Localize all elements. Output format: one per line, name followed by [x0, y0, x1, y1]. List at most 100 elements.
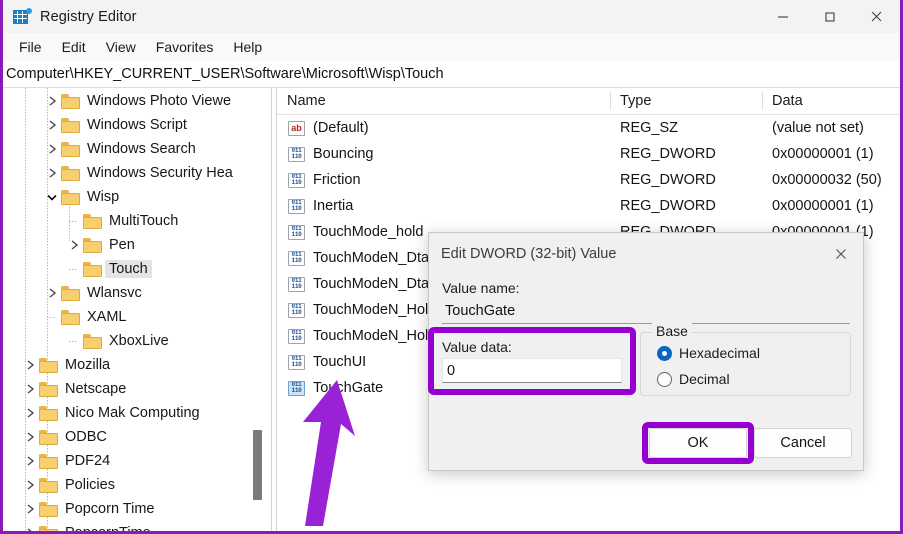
- tree-item[interactable]: Nico Mak Computing: [3, 401, 271, 425]
- table-row[interactable]: 011 110 Friction REG_DWORD 0x00000032 (50): [277, 167, 900, 193]
- menu-favorites[interactable]: Favorites: [146, 36, 224, 58]
- list-header: Name Type Data: [277, 88, 900, 115]
- maximize-button[interactable]: [806, 0, 853, 33]
- window-title: Registry Editor: [40, 8, 137, 25]
- chevron-right-icon[interactable]: [43, 161, 61, 185]
- tree-item[interactable]: Windows Script: [3, 113, 271, 137]
- chevron-right-icon[interactable]: [21, 497, 39, 521]
- tree-guide-stub: [69, 221, 78, 222]
- chevron-right-icon[interactable]: [21, 401, 39, 425]
- address-path: Computer\HKEY_CURRENT_USER\Software\Micr…: [6, 66, 444, 82]
- chevron-right-icon[interactable]: [21, 425, 39, 449]
- dword-value-icon: 011 110: [288, 146, 305, 162]
- cell-type: REG_SZ: [620, 120, 679, 136]
- chevron-down-icon[interactable]: [43, 185, 61, 209]
- menu-file[interactable]: File: [9, 36, 52, 58]
- value-data-input[interactable]: 0: [442, 358, 622, 383]
- cell-name: TouchModeN_Dtap: [313, 250, 438, 266]
- tree-scrollbar[interactable]: [252, 88, 263, 531]
- tree-item-label: Wlansvc: [87, 285, 142, 301]
- cell-data: 0x00000001 (1): [772, 198, 874, 214]
- tree-item-label: Windows Photo Viewe: [87, 93, 232, 109]
- tree-item[interactable]: Netscape: [3, 377, 271, 401]
- menu-edit[interactable]: Edit: [52, 36, 96, 58]
- chevron-right-icon[interactable]: [43, 113, 61, 137]
- tree-item[interactable]: Windows Photo Viewe: [3, 89, 271, 113]
- minimize-button[interactable]: [759, 0, 806, 33]
- tree-item[interactable]: Windows Security Hea: [3, 161, 271, 185]
- tree-item-label: Windows Search: [87, 141, 196, 157]
- tree-item-label: Nico Mak Computing: [65, 405, 200, 421]
- string-value-icon: ab: [288, 120, 305, 136]
- tree-item[interactable]: Popcorn Time: [3, 497, 271, 521]
- tree-item[interactable]: Policies: [3, 473, 271, 497]
- cell-name: Inertia: [313, 198, 354, 214]
- tree-item[interactable]: XAML: [3, 305, 271, 329]
- address-bar[interactable]: Computer\HKEY_CURRENT_USER\Software\Micr…: [3, 61, 900, 88]
- chevron-right-icon[interactable]: [43, 281, 61, 305]
- dword-value-icon: 011 110: [288, 302, 305, 318]
- registry-tree: Windows Photo Viewe Windows Script Windows…: [3, 88, 271, 531]
- chevron-right-icon[interactable]: [43, 137, 61, 161]
- tree-scrollbar-thumb[interactable]: [253, 430, 262, 500]
- chevron-right-icon[interactable]: [65, 233, 83, 257]
- cell-type: REG_DWORD: [620, 198, 716, 214]
- folder-icon: [61, 285, 80, 301]
- cancel-button[interactable]: Cancel: [754, 428, 852, 458]
- radio-hexadecimal[interactable]: Hexadecimal: [657, 345, 760, 361]
- column-header-name[interactable]: Name: [277, 88, 326, 114]
- tree-item-label: ODBC: [65, 429, 107, 445]
- menu-help[interactable]: Help: [223, 36, 272, 58]
- folder-icon: [39, 429, 58, 445]
- folder-icon: [83, 261, 102, 277]
- dword-value-icon: 011 110: [288, 276, 305, 292]
- chevron-right-icon[interactable]: [21, 473, 39, 497]
- tree-item[interactable]: MultiTouch: [3, 209, 271, 233]
- dialog-close-icon[interactable]: [819, 234, 863, 274]
- edit-dword-dialog: Edit DWORD (32-bit) Value Value name: To…: [428, 232, 864, 471]
- tree-item[interactable]: PopcornTime: [3, 521, 271, 531]
- cell-name: TouchModeN_Hold: [313, 302, 437, 318]
- folder-icon: [39, 477, 58, 493]
- chevron-right-icon[interactable]: [21, 449, 39, 473]
- ok-button[interactable]: OK: [649, 428, 747, 458]
- tree-item-label: Mozilla: [65, 357, 111, 373]
- folder-icon: [39, 525, 58, 531]
- chevron-right-icon[interactable]: [21, 377, 39, 401]
- cell-name: TouchModeN_Dtap: [313, 276, 438, 292]
- tree-item[interactable]: XboxLive: [3, 329, 271, 353]
- close-button[interactable]: [853, 0, 900, 33]
- folder-icon: [83, 237, 102, 253]
- radio-decimal[interactable]: Decimal: [657, 371, 730, 387]
- tree-item[interactable]: ODBC: [3, 425, 271, 449]
- tree-item-label: XboxLive: [109, 333, 169, 349]
- column-header-data[interactable]: Data: [762, 88, 803, 114]
- chevron-right-icon[interactable]: [43, 89, 61, 113]
- tree-item[interactable]: Windows Search: [3, 137, 271, 161]
- column-header-type[interactable]: Type: [610, 88, 651, 114]
- cell-name: Friction: [313, 172, 361, 188]
- table-row[interactable]: ab (Default) REG_SZ (value not set): [277, 115, 900, 141]
- tree-guide-stub: [47, 317, 56, 318]
- folder-icon: [39, 453, 58, 469]
- tree-item[interactable]: Mozilla: [3, 353, 271, 377]
- tree-item[interactable]: Wisp: [3, 185, 271, 209]
- tree-item[interactable]: Touch: [3, 257, 271, 281]
- value-name-label: Value name:: [442, 280, 520, 296]
- menu-view[interactable]: View: [96, 36, 146, 58]
- title-bar: Registry Editor: [3, 0, 900, 33]
- table-row[interactable]: 011 110 Bouncing REG_DWORD 0x00000001 (1): [277, 141, 900, 167]
- cell-type: REG_DWORD: [620, 172, 716, 188]
- dialog-title: Edit DWORD (32-bit) Value: [441, 246, 617, 262]
- table-row[interactable]: 011 110 Inertia REG_DWORD 0x00000001 (1): [277, 193, 900, 219]
- radio-decimal-label: Decimal: [679, 371, 730, 387]
- chevron-right-icon[interactable]: [21, 353, 39, 377]
- tree-item[interactable]: Pen: [3, 233, 271, 257]
- chevron-right-icon[interactable]: [21, 521, 39, 531]
- tree-item-label: Touch: [105, 260, 152, 278]
- tree-item[interactable]: PDF24: [3, 449, 271, 473]
- folder-icon: [83, 333, 102, 349]
- dword-value-icon: 011 110: [288, 250, 305, 266]
- tree-item[interactable]: Wlansvc: [3, 281, 271, 305]
- value-name-input[interactable]: TouchGate: [442, 299, 850, 324]
